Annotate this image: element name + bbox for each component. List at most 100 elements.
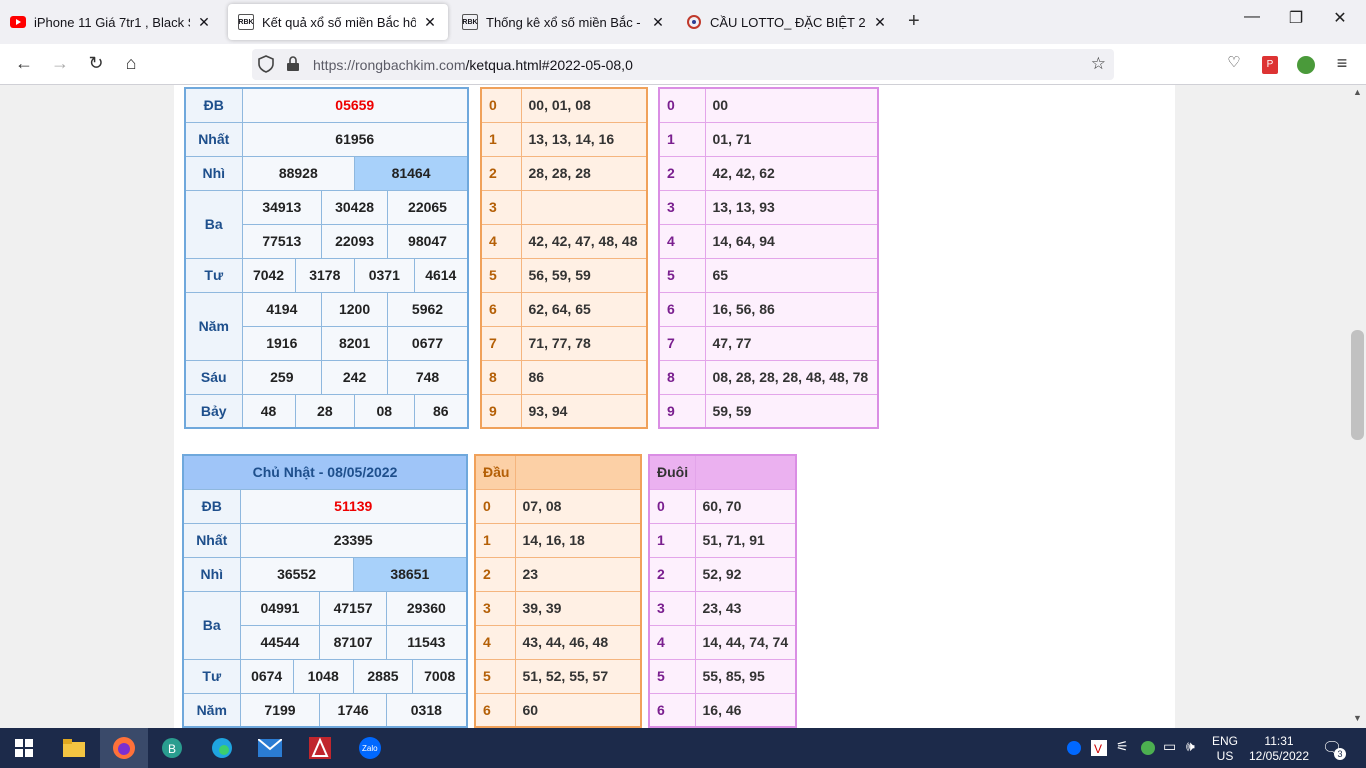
volume-icon[interactable]: 🕪 (1186, 738, 1195, 755)
prize-nam: 0318 (385, 692, 468, 728)
prize-db: 51139 (239, 488, 468, 524)
dau-values: 14, 16, 18 (514, 522, 642, 558)
prize-bay: 86 (413, 393, 469, 429)
bookmark-star-icon[interactable]: ☆ (1091, 54, 1106, 74)
duoi-digit: 5 (658, 257, 706, 293)
prize-ba: 22065 (387, 189, 469, 225)
scrollbar[interactable]: ▲ ▼ (1349, 85, 1366, 728)
table-row: 3 39, 39 (474, 590, 642, 626)
file-explorer-icon[interactable] (50, 728, 98, 768)
tab-thongke[interactable]: RBK Thống kê xổ số miền Bắc - Rồng ✕ (452, 4, 676, 40)
table-row: 0 60, 70 (648, 488, 797, 524)
prize-nam: 1916 (241, 325, 323, 361)
prize-tu: 4614 (413, 257, 469, 293)
back-icon[interactable]: ← (12, 53, 36, 74)
zalo-tray-icon[interactable] (1066, 740, 1082, 759)
menu-icon[interactable]: ≡ (1330, 53, 1354, 74)
extension-p-icon[interactable]: P (1262, 56, 1278, 74)
duoi-values: 13, 13, 93 (704, 189, 879, 225)
lock-icon[interactable] (286, 56, 300, 75)
duoi-values: 16, 56, 86 (704, 291, 879, 327)
table-row: 1 01, 71 (658, 121, 879, 157)
scroll-up-icon[interactable]: ▲ (1353, 87, 1362, 97)
windows-start-icon[interactable] (0, 728, 48, 768)
prize-sau: 259 (241, 359, 323, 395)
clock[interactable]: 11:31 12/05/2022 (1244, 734, 1314, 764)
prize-nam: 5962 (387, 291, 469, 327)
forward-icon[interactable]: → (48, 53, 72, 74)
label-db: ĐB (184, 87, 243, 123)
dau-digit: 6 (480, 291, 522, 327)
close-icon[interactable]: ✕ (650, 14, 666, 31)
dau-values: 28, 28, 28 (520, 155, 648, 191)
duoi-values: 14, 64, 94 (704, 223, 879, 259)
table-row: 1 14, 16, 18 (474, 522, 642, 558)
table-row: 9 59, 59 (658, 393, 879, 429)
table-row: 0 07, 08 (474, 488, 642, 524)
shield-icon[interactable] (258, 55, 274, 76)
table-row: 7 71, 77, 78 (480, 325, 648, 361)
prize-sau: 748 (387, 359, 469, 395)
zalo-icon[interactable]: Zalo (346, 728, 394, 768)
duoi-digit: 8 (658, 359, 706, 395)
label-ba: Ba (184, 189, 243, 259)
dau-values: 00, 01, 08 (520, 87, 648, 123)
scrollbar-thumb[interactable] (1351, 330, 1364, 440)
dau-values: 93, 94 (520, 393, 648, 429)
table-row: 2 23 (474, 556, 642, 592)
rbk-icon: RBK (238, 14, 254, 30)
dau-digit: 5 (474, 658, 516, 694)
tab-ketqua[interactable]: RBK Kết quả xổ số miền Bắc hôm na ✕ (228, 4, 448, 40)
close-icon[interactable]: ✕ (196, 14, 212, 31)
svg-text:Zalo: Zalo (362, 744, 378, 753)
prize-ba: 34913 (241, 189, 323, 225)
page-viewport: ĐB 05659 Nhất 61956 Nhì 88928 81464 Ba 34913 3… (0, 85, 1349, 728)
tab-cau-lotto[interactable]: CẦU LOTTO_ ĐẶC BIỆT 2D 3D 4D ✕ (676, 4, 898, 40)
dau-digit: 6 (474, 692, 516, 728)
url-bar[interactable]: https://rongbachkim.com/ketqua.html#2022… (252, 49, 1114, 80)
dau-digit: 1 (480, 121, 522, 157)
table-row: 5 55, 85, 95 (648, 658, 797, 694)
firefox-icon[interactable] (100, 728, 148, 768)
edge-icon[interactable] (198, 728, 246, 768)
extension-globe-icon[interactable] (1297, 56, 1315, 74)
day-title[interactable]: Chủ Nhật - 08/05/2022 (182, 454, 468, 490)
update-tray-icon[interactable] (1140, 740, 1156, 759)
dau-values: 43, 44, 46, 48 (514, 624, 642, 660)
table-row: 1 51, 71, 91 (648, 522, 797, 558)
mail-icon[interactable] (246, 728, 294, 768)
home-icon[interactable]: ⌂ (119, 53, 143, 74)
dau-digit: 1 (474, 522, 516, 558)
dau-values: 42, 42, 47, 48, 48 (520, 223, 648, 259)
prize-nam: 8201 (321, 325, 389, 361)
window-close-icon[interactable]: ✕ (1320, 8, 1360, 28)
close-icon[interactable]: ✕ (872, 14, 888, 31)
scroll-down-icon[interactable]: ▼ (1353, 713, 1362, 723)
duoi-digit: 7 (658, 325, 706, 361)
prize-sau: 242 (321, 359, 389, 395)
label-nhat: Nhất (182, 522, 241, 558)
autocad-icon[interactable] (296, 728, 344, 768)
dau-digit: 3 (480, 189, 522, 225)
url-text[interactable]: https://rongbachkim.com/ketqua.html#2022… (313, 57, 633, 73)
reload-icon[interactable]: ↻ (84, 53, 108, 74)
clock-date: 12/05/2022 (1248, 749, 1310, 763)
minimize-icon[interactable]: — (1232, 8, 1272, 26)
tab-youtube[interactable]: iPhone 11 Giá 7tr1 , Black Shark ✕ (0, 4, 222, 40)
network-icon[interactable]: ▭ (1163, 738, 1176, 755)
dau-digit: 2 (474, 556, 516, 592)
new-tab-icon[interactable]: + (908, 10, 920, 33)
prize-nam: 4194 (241, 291, 323, 327)
duoi-digit: 2 (648, 556, 696, 592)
app-b-icon[interactable]: B (148, 728, 196, 768)
dau-digit: 7 (480, 325, 522, 361)
maximize-icon[interactable]: ❐ (1276, 8, 1316, 28)
prize-tu: 0674 (239, 658, 294, 694)
network-off-icon[interactable]: ⚟ (1116, 738, 1129, 755)
clock-time: 11:31 (1264, 734, 1294, 748)
language-indicator[interactable]: ENG US (1210, 734, 1240, 764)
v-tray-icon[interactable]: V (1091, 740, 1107, 759)
pocket-icon[interactable]: ♡ (1222, 53, 1246, 71)
svg-text:V: V (1094, 742, 1102, 756)
close-icon[interactable]: ✕ (422, 14, 438, 31)
